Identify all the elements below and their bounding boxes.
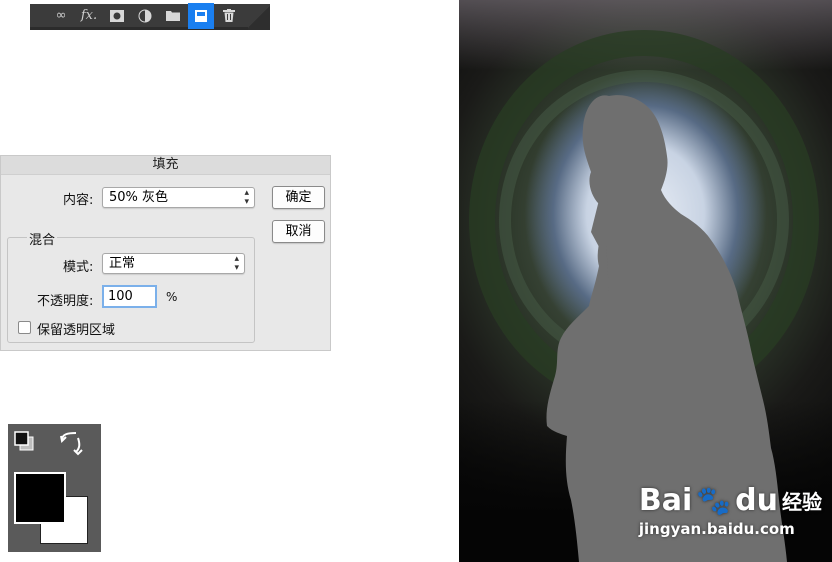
contents-label: 内容: bbox=[63, 193, 94, 208]
mode-select[interactable]: 正常 ▴ ▾ bbox=[102, 253, 245, 274]
paw-icon: 🐾 bbox=[696, 484, 732, 517]
layer-style-fx-icon[interactable]: fx. bbox=[76, 6, 102, 26]
new-layer-icon[interactable] bbox=[188, 2, 214, 29]
color-swatches-widget bbox=[8, 424, 101, 552]
foreground-color-swatch[interactable] bbox=[14, 472, 66, 524]
adjustment-layer-icon[interactable] bbox=[132, 6, 158, 26]
baidu-jingyan-watermark: Bai 🐾 du 经验 jingyan.baidu.com bbox=[639, 483, 822, 538]
blending-group-title: 混合 bbox=[27, 229, 58, 248]
watermark-url: jingyan.baidu.com bbox=[638, 520, 795, 538]
gray-person-silhouette bbox=[546, 95, 787, 562]
baidu-logo: Bai 🐾 du 经验 bbox=[638, 483, 822, 518]
opacity-input[interactable]: 100 bbox=[102, 285, 157, 308]
mode-value: 正常 bbox=[109, 256, 136, 271]
opacity-label: 不透明度: bbox=[37, 294, 94, 309]
trash-icon[interactable] bbox=[216, 6, 242, 26]
document-canvas-image: Bai 🐾 du 经验 jingyan.baidu.com bbox=[459, 0, 832, 562]
contents-select[interactable]: 50% 灰色 ▴ ▾ bbox=[102, 187, 255, 208]
link-layers-icon[interactable]: ∞ bbox=[48, 6, 74, 26]
opacity-value: 100 bbox=[108, 289, 133, 304]
select-arrows-icon: ▴ ▾ bbox=[234, 253, 239, 273]
ok-button[interactable]: 确定 bbox=[272, 186, 325, 209]
fill-dialog: 填充 内容: 50% 灰色 ▴ ▾ 确定 取消 混合 模式: 正常 ▴ ▾ 不透明度… bbox=[0, 155, 331, 351]
contents-value: 50% 灰色 bbox=[109, 190, 169, 205]
folder-icon[interactable] bbox=[160, 6, 186, 26]
preserve-transparency-label: 保留透明区域 bbox=[37, 323, 116, 338]
layer-mask-icon[interactable] bbox=[104, 6, 130, 26]
swap-colors-icon[interactable] bbox=[58, 430, 86, 456]
layers-panel-toolbar: ∞ fx. bbox=[30, 2, 270, 30]
opacity-unit: % bbox=[166, 290, 178, 304]
toolbar-edge bbox=[248, 4, 270, 30]
default-colors-icon[interactable] bbox=[13, 430, 35, 452]
cancel-button[interactable]: 取消 bbox=[272, 220, 325, 243]
mode-label: 模式: bbox=[63, 260, 94, 275]
dialog-title: 填充 bbox=[1, 156, 330, 175]
preserve-transparency-checkbox[interactable] bbox=[18, 321, 31, 334]
select-arrows-icon: ▴ ▾ bbox=[244, 187, 249, 207]
